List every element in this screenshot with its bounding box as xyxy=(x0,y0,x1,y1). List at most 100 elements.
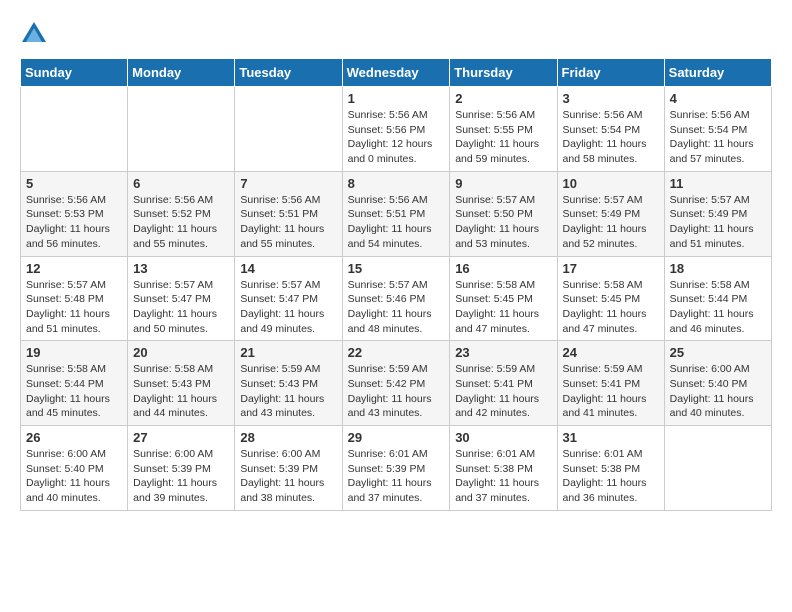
page-header xyxy=(20,20,772,48)
day-number: 28 xyxy=(240,430,336,445)
calendar-cell: 7 Sunrise: 5:56 AM Sunset: 5:51 PM Daylig… xyxy=(235,171,342,256)
day-number: 23 xyxy=(455,345,551,360)
calendar-week-row: 26Sunrise: 6:00 AM Sunset: 5:40 PM Dayli… xyxy=(21,426,772,511)
day-number: 8 xyxy=(348,176,445,191)
calendar-cell: 20 Sunrise: 5:58 AM Sunset: 5:43 PM Dayli… xyxy=(128,341,235,426)
day-number: 29 xyxy=(348,430,445,445)
calendar-cell: 12 Sunrise: 5:57 AM Sunset: 5:48 PM Dayli… xyxy=(21,256,128,341)
day-number: 7 xyxy=(240,176,336,191)
calendar-cell: 26Sunrise: 6:00 AM Sunset: 5:40 PM Dayli… xyxy=(21,426,128,511)
calendar-cell: 27 Sunrise: 6:00 AM Sunset: 5:39 PM Dayli… xyxy=(128,426,235,511)
day-number: 16 xyxy=(455,261,551,276)
calendar-cell: 24 Sunrise: 5:59 AM Sunset: 5:41 PM Dayli… xyxy=(557,341,664,426)
day-info: Sunrise: 6:00 AM Sunset: 5:40 PM Dayligh… xyxy=(670,362,766,421)
calendar-week-row: 5 Sunrise: 5:56 AM Sunset: 5:53 PM Daylig… xyxy=(21,171,772,256)
day-number: 22 xyxy=(348,345,445,360)
calendar-cell: 25Sunrise: 6:00 AM Sunset: 5:40 PM Dayli… xyxy=(664,341,771,426)
calendar-cell xyxy=(128,87,235,172)
day-info: Sunrise: 5:58 AM Sunset: 5:43 PM Dayligh… xyxy=(133,362,229,421)
calendar-cell: 11Sunrise: 5:57 AM Sunset: 5:49 PM Dayli… xyxy=(664,171,771,256)
day-info: Sunrise: 5:56 AM Sunset: 5:56 PM Dayligh… xyxy=(348,108,445,167)
calendar-cell: 6 Sunrise: 5:56 AM Sunset: 5:52 PM Daylig… xyxy=(128,171,235,256)
day-number: 27 xyxy=(133,430,229,445)
day-number: 9 xyxy=(455,176,551,191)
calendar-cell: 14 Sunrise: 5:57 AM Sunset: 5:47 PM Dayli… xyxy=(235,256,342,341)
day-info: Sunrise: 5:56 AM Sunset: 5:51 PM Dayligh… xyxy=(240,193,336,252)
calendar-header-row: SundayMondayTuesdayWednesdayThursdayFrid… xyxy=(21,59,772,87)
day-info: Sunrise: 6:00 AM Sunset: 5:40 PM Dayligh… xyxy=(26,447,122,506)
calendar-cell xyxy=(21,87,128,172)
weekday-header: Friday xyxy=(557,59,664,87)
weekday-header: Tuesday xyxy=(235,59,342,87)
day-number: 14 xyxy=(240,261,336,276)
logo-icon xyxy=(20,20,48,48)
weekday-header: Saturday xyxy=(664,59,771,87)
calendar-cell: 8 Sunrise: 5:56 AM Sunset: 5:51 PM Daylig… xyxy=(342,171,450,256)
day-number: 10 xyxy=(563,176,659,191)
day-info: Sunrise: 6:01 AM Sunset: 5:38 PM Dayligh… xyxy=(563,447,659,506)
calendar-cell: 3 Sunrise: 5:56 AM Sunset: 5:54 PM Daylig… xyxy=(557,87,664,172)
day-number: 4 xyxy=(670,91,766,106)
day-number: 18 xyxy=(670,261,766,276)
day-info: Sunrise: 5:59 AM Sunset: 5:41 PM Dayligh… xyxy=(455,362,551,421)
weekday-header: Sunday xyxy=(21,59,128,87)
day-number: 6 xyxy=(133,176,229,191)
day-number: 3 xyxy=(563,91,659,106)
calendar-week-row: 1 Sunrise: 5:56 AM Sunset: 5:56 PM Daylig… xyxy=(21,87,772,172)
day-number: 20 xyxy=(133,345,229,360)
calendar-cell: 18Sunrise: 5:58 AM Sunset: 5:44 PM Dayli… xyxy=(664,256,771,341)
day-info: Sunrise: 5:59 AM Sunset: 5:41 PM Dayligh… xyxy=(563,362,659,421)
calendar-cell: 2 Sunrise: 5:56 AM Sunset: 5:55 PM Daylig… xyxy=(450,87,557,172)
logo xyxy=(20,20,52,48)
day-info: Sunrise: 5:58 AM Sunset: 5:45 PM Dayligh… xyxy=(455,278,551,337)
day-info: Sunrise: 5:58 AM Sunset: 5:45 PM Dayligh… xyxy=(563,278,659,337)
day-info: Sunrise: 5:57 AM Sunset: 5:49 PM Dayligh… xyxy=(563,193,659,252)
weekday-header: Thursday xyxy=(450,59,557,87)
calendar-cell: 13 Sunrise: 5:57 AM Sunset: 5:47 PM Dayli… xyxy=(128,256,235,341)
calendar-cell: 28 Sunrise: 6:00 AM Sunset: 5:39 PM Dayli… xyxy=(235,426,342,511)
day-info: Sunrise: 5:59 AM Sunset: 5:42 PM Dayligh… xyxy=(348,362,445,421)
calendar-cell: 15 Sunrise: 5:57 AM Sunset: 5:46 PM Dayli… xyxy=(342,256,450,341)
day-info: Sunrise: 5:57 AM Sunset: 5:50 PM Dayligh… xyxy=(455,193,551,252)
calendar-cell: 4Sunrise: 5:56 AM Sunset: 5:54 PM Daylig… xyxy=(664,87,771,172)
calendar-cell: 30Sunrise: 6:01 AM Sunset: 5:38 PM Dayli… xyxy=(450,426,557,511)
day-number: 5 xyxy=(26,176,122,191)
day-info: Sunrise: 5:57 AM Sunset: 5:48 PM Dayligh… xyxy=(26,278,122,337)
calendar-cell xyxy=(664,426,771,511)
day-info: Sunrise: 5:57 AM Sunset: 5:49 PM Dayligh… xyxy=(670,193,766,252)
day-info: Sunrise: 6:00 AM Sunset: 5:39 PM Dayligh… xyxy=(240,447,336,506)
day-number: 13 xyxy=(133,261,229,276)
weekday-header: Wednesday xyxy=(342,59,450,87)
calendar-cell: 29Sunrise: 6:01 AM Sunset: 5:39 PM Dayli… xyxy=(342,426,450,511)
calendar-cell: 21 Sunrise: 5:59 AM Sunset: 5:43 PM Dayli… xyxy=(235,341,342,426)
day-number: 15 xyxy=(348,261,445,276)
day-number: 2 xyxy=(455,91,551,106)
day-info: Sunrise: 5:57 AM Sunset: 5:47 PM Dayligh… xyxy=(240,278,336,337)
day-info: Sunrise: 6:00 AM Sunset: 5:39 PM Dayligh… xyxy=(133,447,229,506)
calendar-cell: 17 Sunrise: 5:58 AM Sunset: 5:45 PM Dayli… xyxy=(557,256,664,341)
day-info: Sunrise: 5:56 AM Sunset: 5:55 PM Dayligh… xyxy=(455,108,551,167)
day-number: 17 xyxy=(563,261,659,276)
day-info: Sunrise: 5:59 AM Sunset: 5:43 PM Dayligh… xyxy=(240,362,336,421)
day-info: Sunrise: 5:56 AM Sunset: 5:54 PM Dayligh… xyxy=(563,108,659,167)
calendar-cell xyxy=(235,87,342,172)
calendar-week-row: 12 Sunrise: 5:57 AM Sunset: 5:48 PM Dayli… xyxy=(21,256,772,341)
day-info: Sunrise: 5:56 AM Sunset: 5:53 PM Dayligh… xyxy=(26,193,122,252)
calendar-cell: 22 Sunrise: 5:59 AM Sunset: 5:42 PM Dayli… xyxy=(342,341,450,426)
day-info: Sunrise: 5:56 AM Sunset: 5:52 PM Dayligh… xyxy=(133,193,229,252)
day-info: Sunrise: 5:57 AM Sunset: 5:47 PM Dayligh… xyxy=(133,278,229,337)
calendar-cell: 5 Sunrise: 5:56 AM Sunset: 5:53 PM Daylig… xyxy=(21,171,128,256)
day-number: 12 xyxy=(26,261,122,276)
weekday-header: Monday xyxy=(128,59,235,87)
day-number: 1 xyxy=(348,91,445,106)
calendar-cell: 19Sunrise: 5:58 AM Sunset: 5:44 PM Dayli… xyxy=(21,341,128,426)
day-info: Sunrise: 5:56 AM Sunset: 5:51 PM Dayligh… xyxy=(348,193,445,252)
calendar-cell: 9 Sunrise: 5:57 AM Sunset: 5:50 PM Daylig… xyxy=(450,171,557,256)
day-number: 30 xyxy=(455,430,551,445)
calendar-cell: 16 Sunrise: 5:58 AM Sunset: 5:45 PM Dayli… xyxy=(450,256,557,341)
day-number: 21 xyxy=(240,345,336,360)
day-number: 24 xyxy=(563,345,659,360)
day-info: Sunrise: 5:57 AM Sunset: 5:46 PM Dayligh… xyxy=(348,278,445,337)
calendar-table: SundayMondayTuesdayWednesdayThursdayFrid… xyxy=(20,58,772,511)
day-info: Sunrise: 5:58 AM Sunset: 5:44 PM Dayligh… xyxy=(26,362,122,421)
